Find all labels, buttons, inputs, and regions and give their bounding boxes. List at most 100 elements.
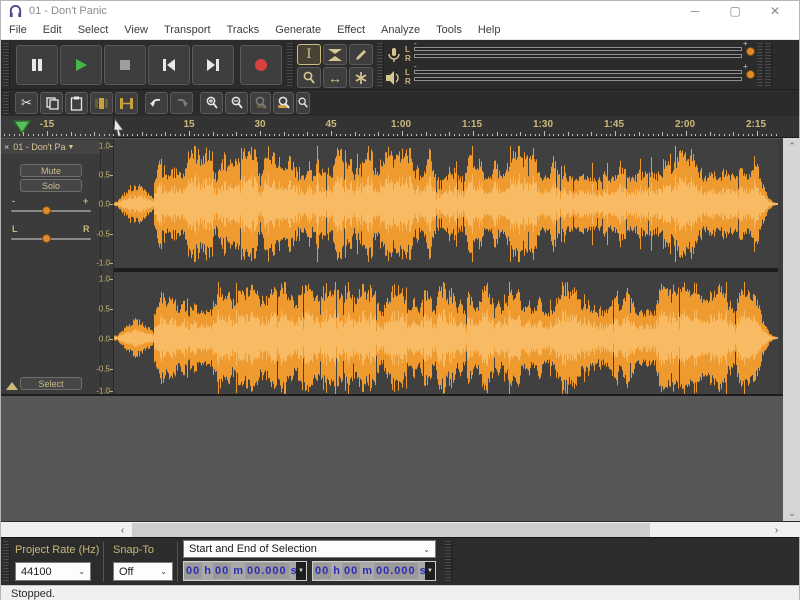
vertical-scrollbar[interactable]: ⌃ ⌄: [783, 138, 800, 521]
pause-button[interactable]: [16, 45, 58, 85]
skip-to-start-button[interactable]: [148, 45, 190, 85]
close-button[interactable]: ✕: [755, 1, 795, 21]
recording-meter-l-bar[interactable]: [414, 47, 742, 51]
undo-button[interactable]: [145, 92, 168, 114]
time-digit-group[interactable]: 00: [213, 563, 231, 579]
stop-button[interactable]: [104, 45, 146, 85]
playback-meter-r-bar[interactable]: [414, 77, 742, 81]
zoom-toggle-button[interactable]: [296, 92, 310, 114]
title-bar[interactable]: 01 - Don't Panic ─ ▢ ✕: [1, 1, 799, 21]
track-close-icon[interactable]: ×: [4, 142, 9, 152]
solo-button[interactable]: Solo: [20, 179, 82, 192]
project-rate-select[interactable]: 44100 ⌄: [15, 562, 91, 581]
fit-project-button[interactable]: [273, 92, 294, 114]
waveform-channel-right[interactable]: [114, 272, 778, 394]
minimize-button[interactable]: ─: [675, 1, 715, 21]
menu-help[interactable]: Help: [470, 24, 509, 36]
scroll-right-button[interactable]: ›: [768, 522, 785, 538]
time-digit-group[interactable]: 00.000: [245, 563, 289, 579]
time-digit-group[interactable]: 00.000: [374, 563, 418, 579]
horizontal-scrollbar[interactable]: ‹ ›: [1, 521, 800, 537]
scroll-down-button[interactable]: ⌄: [783, 505, 800, 521]
time-toolbar-grip[interactable]: [445, 541, 452, 583]
zoom-in-button[interactable]: [200, 92, 223, 114]
waveform-display[interactable]: [114, 139, 778, 394]
tools-toolbar-grip[interactable]: [287, 43, 294, 87]
time-format-dropdown-icon[interactable]: ▼: [296, 562, 306, 580]
track-menu-caret-icon[interactable]: ▼: [68, 144, 75, 151]
menu-file[interactable]: File: [1, 24, 35, 36]
edit-toolbar-grip[interactable]: [3, 92, 10, 114]
transport-toolbar-grip[interactable]: [3, 43, 10, 87]
selection-tool-button[interactable]: I: [297, 44, 321, 65]
time-format-dropdown-icon[interactable]: ▼: [425, 562, 435, 580]
dock-end-grip[interactable]: [765, 43, 772, 87]
menu-tracks[interactable]: Tracks: [219, 24, 268, 36]
track-area[interactable]: × 01 - Don't Pa ▼ Mute Solo - + L R Sele…: [1, 138, 783, 521]
redo-button[interactable]: [170, 92, 193, 114]
record-button[interactable]: [240, 45, 282, 85]
playback-volume-slider[interactable]: [746, 70, 755, 79]
recording-slider-max: +: [743, 41, 748, 47]
play-button[interactable]: [60, 45, 102, 85]
selection-start-field[interactable]: 00h00m00.000s▼: [183, 561, 307, 581]
paste-button[interactable]: [65, 92, 88, 114]
scroll-up-button[interactable]: ⌃: [783, 138, 800, 154]
timeline-label: 1:00: [391, 119, 411, 130]
menu-generate[interactable]: Generate: [267, 24, 329, 36]
selection-end-field[interactable]: 00h00m00.000s▼: [312, 561, 436, 581]
zoom-tool-button[interactable]: [297, 67, 321, 88]
time-digit-group[interactable]: 00: [184, 563, 202, 579]
time-digit-group[interactable]: 00: [342, 563, 360, 579]
time-unit-label[interactable]: m: [231, 563, 245, 579]
selection-mode-select[interactable]: Start and End of Selection ⌄: [183, 540, 436, 558]
menu-select[interactable]: Select: [70, 24, 117, 36]
playback-meter-l-label: L: [405, 69, 410, 77]
time-unit-label[interactable]: h: [331, 563, 342, 579]
meter-toolbar-grip[interactable]: [377, 43, 384, 87]
pan-slider-thumb[interactable]: [42, 234, 51, 243]
maximize-button[interactable]: ▢: [715, 1, 755, 21]
time-digit-group[interactable]: 00: [313, 563, 331, 579]
menu-edit[interactable]: Edit: [35, 24, 70, 36]
menu-transport[interactable]: Transport: [156, 24, 219, 36]
vertical-scale-ruler[interactable]: 1.00.50.0-0.5-1.01.00.50.0-0.5-1.0: [101, 139, 114, 394]
track-select-button[interactable]: Select: [20, 377, 82, 390]
gain-slider-track[interactable]: [11, 210, 91, 212]
track-header[interactable]: × 01 - Don't Pa ▼: [1, 140, 100, 154]
recording-volume-slider[interactable]: [746, 47, 755, 56]
mute-button[interactable]: Mute: [20, 164, 82, 177]
meter-end-grip[interactable]: [757, 43, 764, 87]
timeline-options-button[interactable]: [13, 120, 31, 134]
copy-button[interactable]: [40, 92, 63, 114]
audio-track[interactable]: × 01 - Don't Pa ▼ Mute Solo - + L R Sele…: [1, 139, 783, 396]
time-shift-tool-button[interactable]: ↔: [323, 67, 347, 88]
playback-meter-l-bar[interactable]: [414, 70, 742, 74]
cut-button[interactable]: ✂: [15, 92, 38, 114]
menu-view[interactable]: View: [116, 24, 156, 36]
gain-slider-thumb[interactable]: [42, 206, 51, 215]
envelope-tool-button[interactable]: [323, 44, 347, 65]
selection-toolbar-grip[interactable]: [3, 541, 10, 583]
draw-tool-button[interactable]: [349, 44, 373, 65]
waveform-channel-left[interactable]: [114, 140, 778, 268]
scroll-left-button[interactable]: ‹: [114, 522, 131, 538]
pan-slider-track[interactable]: [11, 238, 91, 240]
collapse-track-button[interactable]: [6, 382, 18, 390]
trim-outside-selection-button[interactable]: [90, 92, 113, 114]
snap-to-select[interactable]: Off ⌄: [113, 562, 173, 581]
timeline-ruler[interactable]: -151530451:001:151:301:452:002:15: [1, 116, 799, 138]
fit-selection-button[interactable]: [250, 92, 271, 114]
silence-selection-button[interactable]: [115, 92, 138, 114]
time-unit-label[interactable]: h: [202, 563, 213, 579]
track-title[interactable]: 01 - Don't Pa: [13, 142, 65, 152]
skip-to-end-button[interactable]: [192, 45, 234, 85]
time-unit-label[interactable]: m: [360, 563, 374, 579]
zoom-out-button[interactable]: [225, 92, 248, 114]
recording-meter-r-bar[interactable]: [414, 54, 742, 58]
menu-effect[interactable]: Effect: [329, 24, 373, 36]
menu-tools[interactable]: Tools: [428, 24, 470, 36]
multi-tool-button[interactable]: [349, 67, 373, 88]
menu-analyze[interactable]: Analyze: [373, 24, 428, 36]
horizontal-scroll-thumb[interactable]: [132, 523, 650, 537]
